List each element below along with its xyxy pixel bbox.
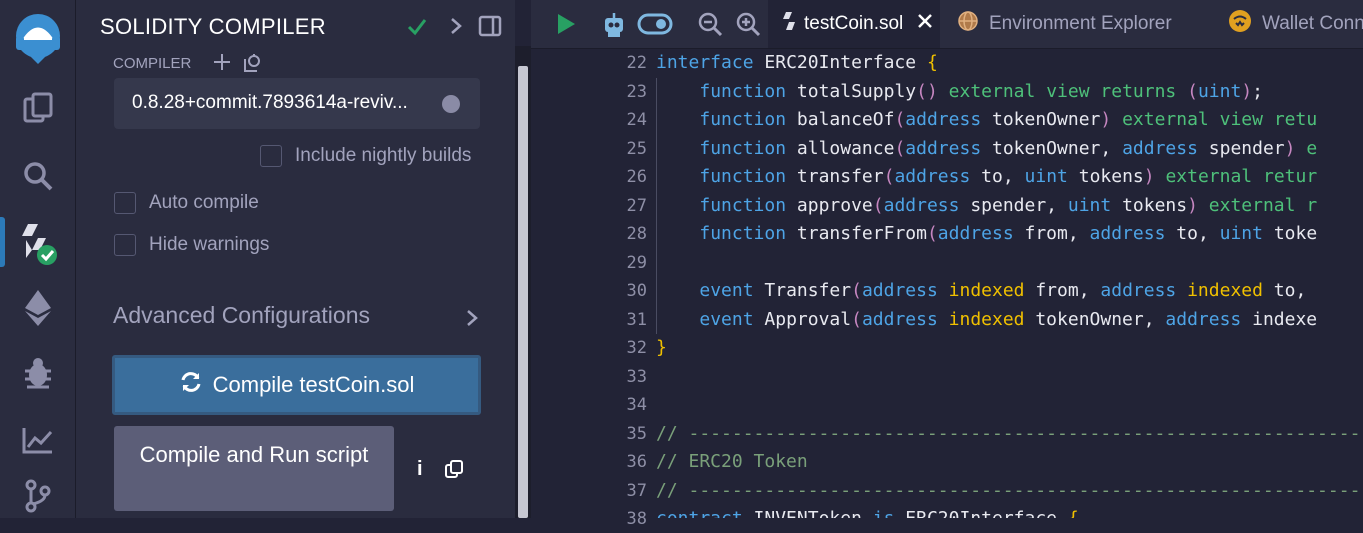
run-icon[interactable] <box>555 0 577 48</box>
include-nightly-label: Include nightly builds <box>295 145 472 166</box>
panel-title: SOLIDITY COMPILER <box>100 14 326 39</box>
line-number: 25 <box>626 138 647 159</box>
line-number: 24 <box>626 110 647 130</box>
code-editor[interactable]: interface ERC20Interface { function tota… <box>656 49 1363 518</box>
copy-icon[interactable] <box>444 459 464 484</box>
file-explorer-icon[interactable] <box>0 88 75 128</box>
line-number: 32 <box>626 338 647 358</box>
scrollbar-thumb[interactable] <box>518 66 528 518</box>
line-number: 35 <box>626 423 647 444</box>
toggle-icon[interactable] <box>637 0 673 48</box>
hide-warnings-label: Hide warnings <box>149 234 270 255</box>
git-icon[interactable] <box>0 478 75 514</box>
refresh-icon <box>179 370 203 400</box>
code-line[interactable]: function approve(address spender, uint t… <box>656 192 1317 220</box>
dock-panel-icon[interactable] <box>478 14 502 43</box>
code-line[interactable]: interface ERC20Interface { <box>656 49 938 77</box>
line-number-gutter: 22 23 24 25 26 27 28 29 30 31 32 33 34 35 36 37 38 <box>531 49 656 529</box>
code-line[interactable]: function transferFrom(address from, addr… <box>656 220 1317 248</box>
line-number: 34 <box>626 395 647 415</box>
panel-scrollbar[interactable] <box>515 46 531 518</box>
code-line[interactable]: } <box>656 334 667 362</box>
compile-and-run-button[interactable]: Compile and Run script <box>114 426 394 511</box>
solidity-file-icon <box>782 11 796 37</box>
auto-compile-label: Auto compile <box>149 192 259 213</box>
info-icon[interactable]: i <box>417 458 423 481</box>
compile-button[interactable]: Compile testCoin.sol <box>112 355 481 415</box>
wallet-icon <box>1228 9 1252 39</box>
solidity-compiler-panel: SOLIDITY COMPILER COMPILER 0.8.28+commit… <box>76 0 515 518</box>
line-number: 30 <box>626 281 647 301</box>
tab-label: Environment Explorer <box>989 13 1172 34</box>
custom-compiler-icon[interactable] <box>241 52 263 79</box>
zoom-out-icon[interactable] <box>697 0 723 48</box>
tab-wallet-connect[interactable]: Wallet Conn <box>1228 0 1363 48</box>
compiler-label: COMPILER <box>113 55 192 72</box>
advanced-configurations-toggle[interactable]: Advanced Configurations <box>113 302 370 329</box>
line-number: 22 <box>626 53 647 73</box>
code-line[interactable]: function transfer(address to, uint token… <box>656 163 1317 191</box>
remix-logo-icon[interactable] <box>0 10 75 66</box>
line-number: 27 <box>626 195 647 216</box>
line-number: 36 <box>626 452 647 472</box>
icon-panel <box>0 0 76 518</box>
ai-robot-icon[interactable] <box>601 0 627 48</box>
line-number: 26 <box>626 167 647 187</box>
hide-warnings-checkbox[interactable] <box>114 234 136 256</box>
code-line[interactable]: function totalSupply() external view ret… <box>656 78 1263 106</box>
compiler-version-select[interactable]: 0.8.28+commit.7893614a-reviv... <box>114 78 480 129</box>
debugger-icon[interactable] <box>0 352 75 392</box>
analytics-icon[interactable] <box>0 420 75 460</box>
compile-and-run-label: Compile and Run script <box>139 442 369 467</box>
compiler-version-value: 0.8.28+commit.7893614a-reviv... <box>132 92 408 113</box>
deploy-run-icon[interactable] <box>0 286 75 330</box>
line-number: 28 <box>626 224 647 244</box>
solidity-compiler-icon[interactable] <box>0 218 75 268</box>
code-line[interactable]: function allowance(address tokenOwner, a… <box>656 135 1317 163</box>
line-number: 33 <box>626 366 647 387</box>
code-line[interactable]: // -------------------------------------… <box>656 420 1363 448</box>
tab-label: Wallet Conn <box>1262 13 1363 34</box>
line-number: 23 <box>626 81 647 102</box>
code-line[interactable]: function balanceOf(address tokenOwner) e… <box>656 106 1317 134</box>
globe-icon <box>957 10 979 38</box>
editor-toolbar: testCoin.sol Environment Explorer Wallet… <box>531 0 1363 49</box>
tab-label: testCoin.sol <box>804 13 904 34</box>
code-line[interactable]: event Transfer(address indexed from, add… <box>656 277 1317 305</box>
code-line[interactable]: // ERC20 Token <box>656 448 808 476</box>
include-nightly-checkbox[interactable] <box>260 145 282 167</box>
line-number: 37 <box>626 480 647 501</box>
indent-guide <box>656 77 657 334</box>
chevron-right-icon[interactable] <box>448 14 464 43</box>
check-icon <box>406 14 428 43</box>
close-icon[interactable] <box>917 13 933 35</box>
auto-compile-checkbox[interactable] <box>114 192 136 214</box>
tab-environment-explorer[interactable]: Environment Explorer <box>957 0 1172 48</box>
line-number: 38 <box>626 509 647 529</box>
chevron-right-icon[interactable] <box>464 306 480 335</box>
code-line[interactable]: event Approval(address indexed tokenOwne… <box>656 306 1317 334</box>
code-line[interactable]: // -------------------------------------… <box>656 477 1363 505</box>
select-arrows-icon <box>442 95 460 113</box>
compile-button-label: Compile testCoin.sol <box>212 372 415 397</box>
line-number: 31 <box>626 309 647 330</box>
search-icon[interactable] <box>0 156 75 196</box>
code-line[interactable]: contract INVENToken is ERC20Interface { <box>656 505 1079 518</box>
line-number: 29 <box>626 252 647 273</box>
tab-testcoin[interactable]: testCoin.sol <box>768 0 940 48</box>
zoom-in-icon[interactable] <box>735 0 761 48</box>
add-compiler-icon[interactable] <box>212 52 232 77</box>
